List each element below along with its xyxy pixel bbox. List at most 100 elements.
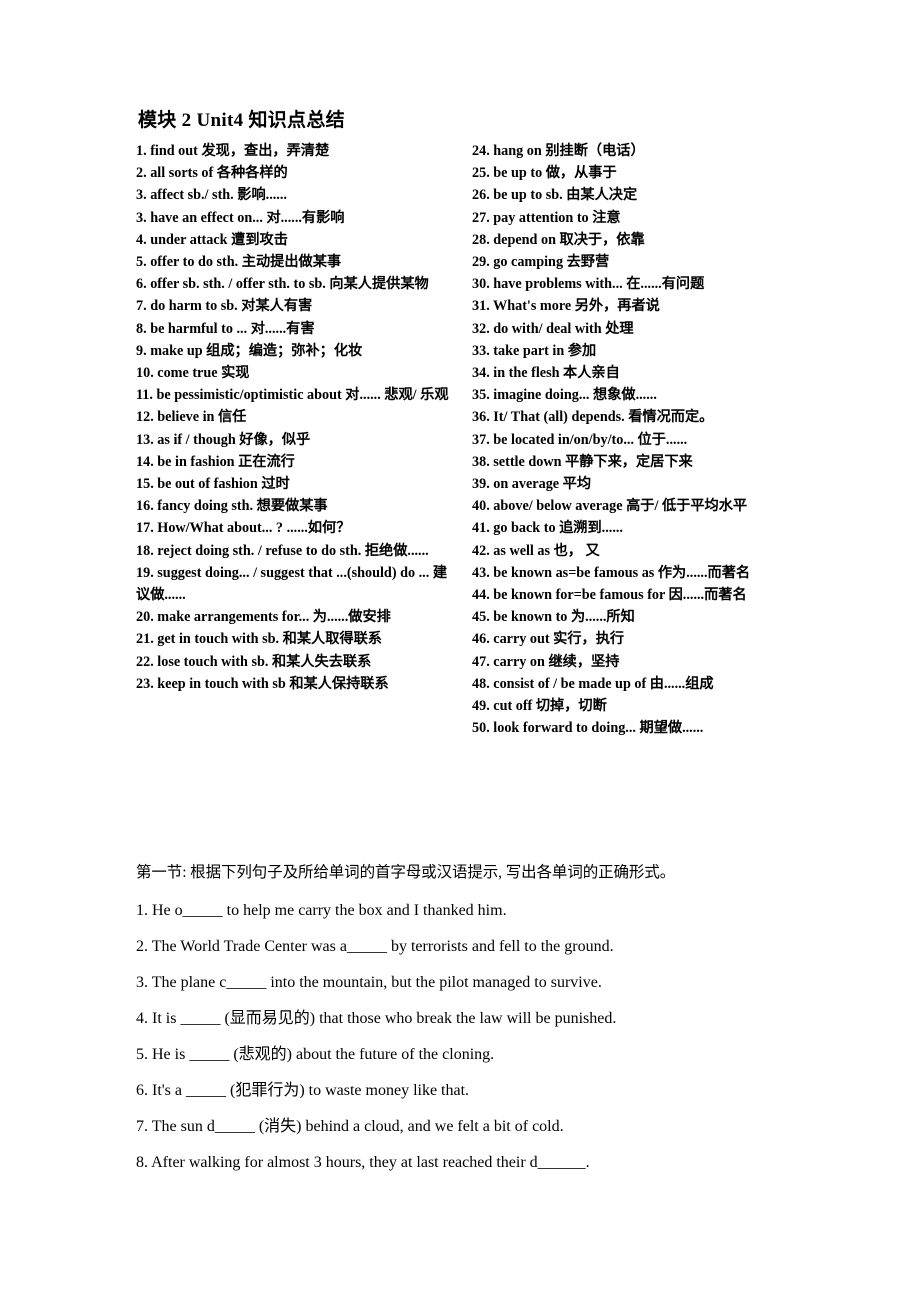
vocabulary-item-english: believe in [157, 409, 215, 426]
vocabulary-item-chinese: 和某人取得联系 [282, 631, 382, 648]
vocabulary-item-chinese: 主动提出做某事 [241, 254, 342, 271]
vocabulary-item-number: 46. [472, 631, 490, 648]
vocabulary-item-number: 21. [136, 631, 154, 648]
vocabulary-item-number: 35. [472, 387, 490, 404]
vocabulary-item-number: 41. [472, 520, 490, 537]
vocabulary-item-chinese: 继续，坚持 [548, 653, 620, 670]
vocabulary-item: 45. be known to 为......所知 [472, 606, 796, 628]
vocabulary-list-left: 1. find out 发现，查出，弄清楚 2. all sorts of 各种各… [136, 140, 456, 695]
vocabulary-item-chinese: 由......组成 [649, 675, 714, 692]
vocabulary-item-english: lose touch with sb. [157, 653, 269, 670]
vocabulary-item: 18. reject doing sth. / refuse to do sth… [136, 540, 456, 562]
vocabulary-item-number: 16. [136, 498, 154, 515]
vocabulary-item: 28. depend on 取决于，依靠 [472, 229, 796, 251]
vocabulary-item-chinese: 去野营 [566, 254, 610, 271]
vocabulary-item-number: 33. [472, 342, 490, 359]
vocabulary-item-english: be known as=be famous as [493, 564, 655, 581]
vocabulary-right-column: 24. hang on 别挂断（电话） 25. be up to 做，从事于 26.… [472, 140, 796, 739]
vocabulary-item: 37. be located in/on/by/to... 位于...... [472, 429, 796, 451]
vocabulary-item: 6. offer sb. sth. / offer sth. to sb. 向某… [136, 273, 456, 295]
vocabulary-item: 12. believe in 信任 [136, 406, 456, 428]
vocabulary-item: 19. suggest doing... / suggest that ...(… [136, 562, 456, 606]
vocabulary-item-chinese: 期望做...... [639, 720, 704, 737]
vocabulary-item-english: above/ below average [493, 498, 623, 515]
vocabulary-item: 36. It/ That (all) depends. 看情况而定。 [472, 406, 796, 428]
exercise-question: 7. The sun d_____ (消失) behind a cloud, a… [136, 1118, 564, 1135]
vocabulary-item-english: hang on [493, 143, 542, 159]
vocabulary-item-english: cut off [493, 698, 533, 715]
vocabulary-item-english: consist of / be made up of [493, 675, 647, 692]
vocabulary-item-chinese: 因......而著名 [668, 587, 747, 604]
vocabulary-item-english: imagine doing... [493, 387, 590, 404]
vocabulary-item-number: 48. [472, 675, 490, 692]
vocabulary-item: 50. look forward to doing... 期望做...... [472, 717, 796, 739]
vocabulary-item-number: 24. [472, 143, 490, 159]
vocabulary-item-english: come true [157, 365, 218, 382]
vocabulary-item-number: 23. [136, 675, 154, 692]
vocabulary-item-number: 22. [136, 653, 154, 670]
vocabulary-item-number: 4. [136, 231, 147, 248]
vocabulary-item-number: 2. [136, 165, 147, 182]
vocabulary-item-english: be pessimistic/optimistic about [156, 387, 342, 404]
vocabulary-item-number: 5. [136, 254, 147, 271]
vocabulary-item-chinese: 处理 [605, 320, 634, 337]
vocabulary-item-chinese: 过时 [261, 476, 290, 493]
vocabulary-item-number: 18. [136, 542, 154, 559]
vocabulary-item-english: go back to [493, 520, 556, 537]
exercise-question-list: 1. He o_____ to help me carry the box an… [136, 900, 804, 1174]
vocabulary-item: 47. carry on 继续，坚持 [472, 651, 796, 673]
vocabulary-item-english: make arrangements for... [157, 609, 310, 626]
vocabulary-item-chinese: 参加 [567, 342, 597, 359]
vocabulary-item-english: suggest doing... / suggest that ...(shou… [157, 564, 430, 581]
vocabulary-left-column: 1. find out 发现，查出，弄清楚 2. all sorts of 各种各… [136, 140, 456, 695]
vocabulary-item-number: 47. [472, 653, 490, 670]
vocabulary-item-number: 31. [472, 298, 490, 315]
vocabulary-item-chinese: 对某人有害 [241, 298, 313, 315]
vocabulary-item-chinese: 作为......而著名 [657, 564, 751, 581]
exercise-question: 1. He o_____ to help me carry the box an… [136, 902, 507, 919]
vocabulary-item: 34. in the flesh 本人亲自 [472, 362, 796, 384]
vocabulary-item-number: 10. [136, 365, 154, 382]
vocabulary-item-english: keep in touch with sb [157, 675, 286, 692]
document-page: 模块 2 Unit4 知识点总结 1. find out 发现，查出，弄清楚 2.… [0, 0, 920, 1302]
vocabulary-item-number: 36. [472, 409, 490, 426]
vocabulary-item-english: be up to sb. [493, 187, 563, 204]
vocabulary-item: 8. be harmful to ... 对......有害 [136, 318, 456, 340]
vocabulary-item-chinese: 好像，似乎 [239, 431, 311, 448]
vocabulary-item: 49. cut off 切掉，切断 [472, 695, 796, 717]
vocabulary-item-chinese: 影响...... [237, 187, 287, 204]
vocabulary-item: 27. pay attention to 注意 [472, 207, 796, 229]
vocabulary-item-chinese: 切掉，切断 [535, 698, 607, 715]
vocabulary-item: 5. offer to do sth. 主动提出做某事 [136, 251, 456, 273]
vocabulary-item-chinese: 信任 [217, 409, 247, 426]
vocabulary-item-chinese: 拒绝做...... [364, 542, 429, 559]
vocabulary-item-chinese: 向某人提供某物 [329, 276, 429, 293]
vocabulary-item: 25. be up to 做，从事于 [472, 162, 796, 184]
exercise-question: 8. After walking for almost 3 hours, the… [136, 1154, 590, 1171]
vocabulary-item: 38. settle down 平静下来，定居下来 [472, 451, 796, 473]
vocabulary-item-chinese: 另外，再者说 [574, 298, 660, 315]
vocabulary-item-number: 28. [472, 231, 490, 248]
vocabulary-item-chinese: ......如何？ [286, 520, 351, 537]
vocabulary-item-number: 9. [136, 342, 147, 359]
vocabulary-item-chinese: 想象做...... [593, 387, 657, 404]
vocabulary-item: 43. be known as=be famous as 作为......而著名 [472, 562, 796, 584]
vocabulary-item-chinese: 本人亲自 [563, 365, 620, 382]
vocabulary-item-number: 26. [472, 187, 490, 204]
vocabulary-item-number: 7. [136, 298, 147, 315]
vocabulary-item-chinese: 实现 [221, 365, 250, 382]
vocabulary-item: 23. keep in touch with sb 和某人保持联系 [136, 673, 456, 695]
vocabulary-item-chinese: 各种各样的 [216, 165, 288, 182]
vocabulary-item-number: 8. [136, 320, 147, 337]
vocabulary-item-english: fancy doing sth. [157, 498, 254, 515]
vocabulary-item: 40. above/ below average 高于/ 低于平均水平 [472, 495, 796, 517]
vocabulary-item-number: 40. [472, 498, 490, 515]
vocabulary-item-english: have problems with... [493, 276, 623, 293]
vocabulary-item-chinese: 为......所知 [570, 609, 635, 626]
vocabulary-item: 20. make arrangements for... 为......做安排 [136, 606, 456, 628]
vocabulary-item-english: What's more [493, 298, 572, 315]
vocabulary-item: 48. consist of / be made up of 由......组成 [472, 673, 796, 695]
vocabulary-item-english: look forward to doing... [493, 720, 636, 737]
vocabulary-item-number: 14. [136, 453, 154, 470]
vocabulary-item: 41. go back to 追溯到...... [472, 517, 796, 539]
